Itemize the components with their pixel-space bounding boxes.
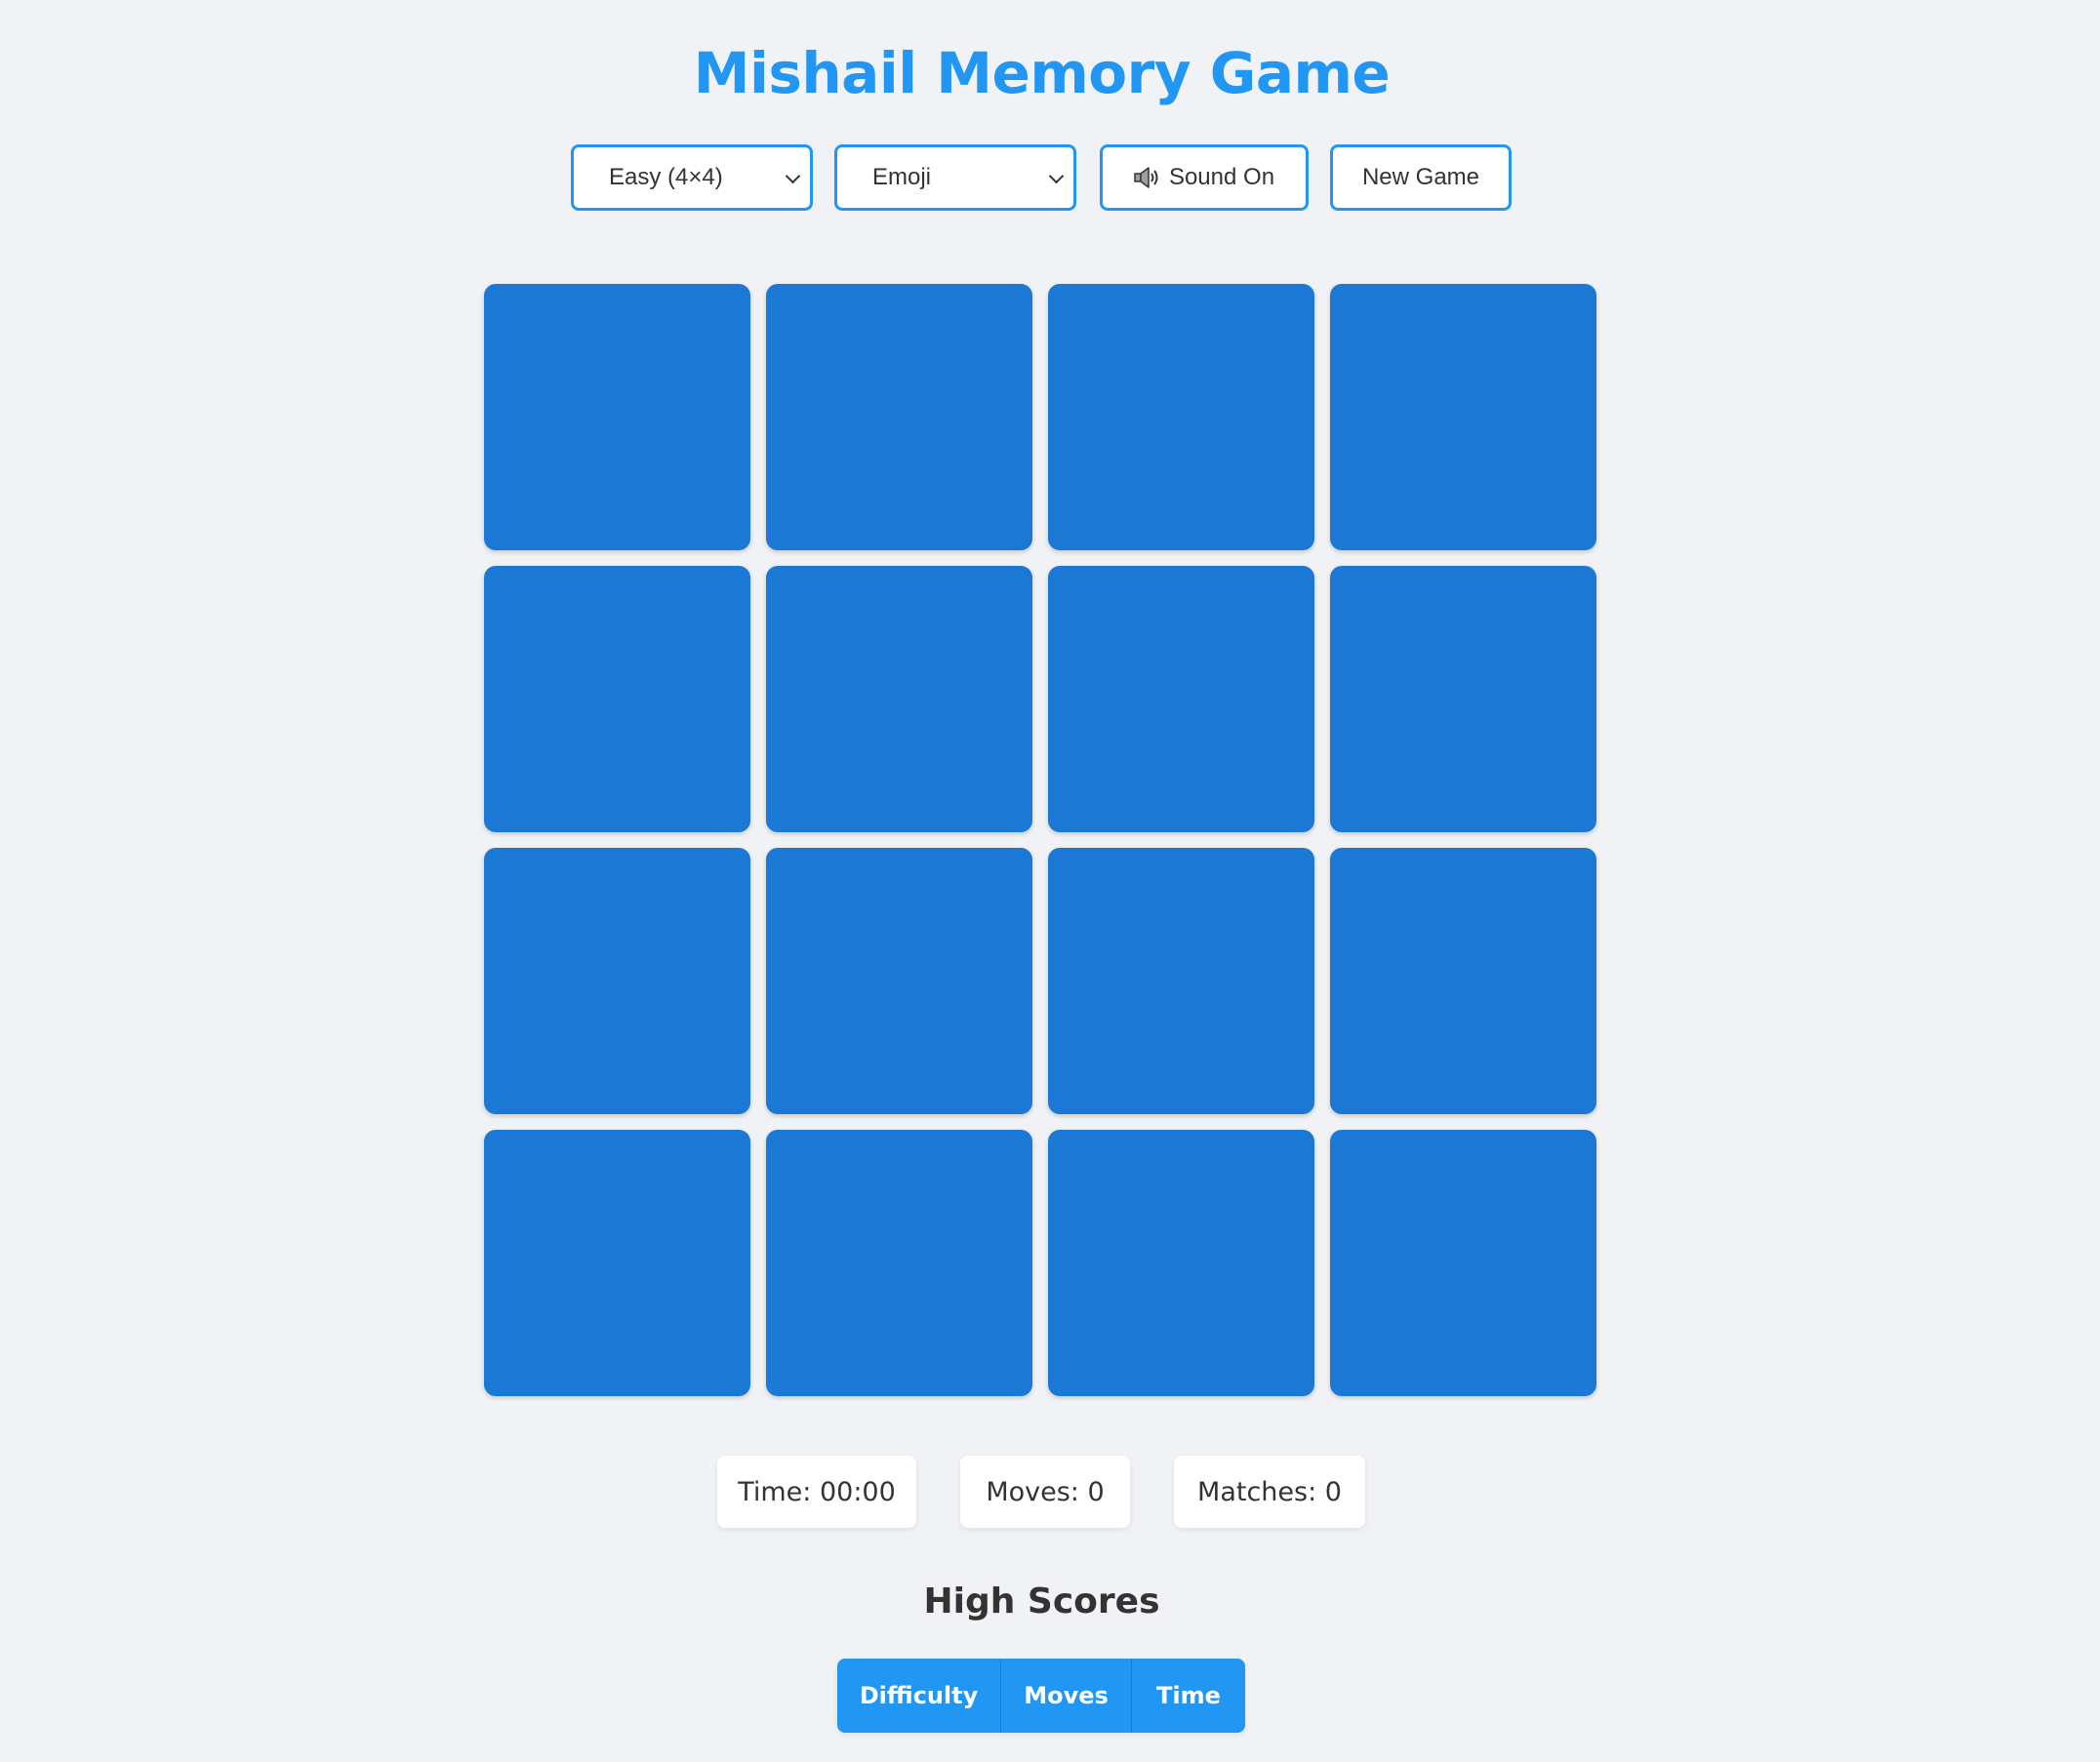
column-header-difficulty: Difficulty	[859, 1682, 979, 1709]
chevron-down-icon	[785, 168, 801, 184]
card[interactable]	[1330, 1130, 1596, 1396]
difficulty-select[interactable]: Easy (4×4)	[571, 144, 813, 211]
game-board	[484, 284, 1598, 1396]
matches-counter: Matches: 0	[1174, 1456, 1365, 1528]
card[interactable]	[766, 1130, 1032, 1396]
card[interactable]	[766, 284, 1032, 550]
theme-select-value: Emoji	[872, 164, 932, 190]
new-game-button[interactable]: New Game	[1330, 144, 1512, 211]
card[interactable]	[766, 566, 1032, 832]
controls-bar: Easy (4×4) Emoji Sound On New Game	[0, 144, 2100, 211]
theme-select[interactable]: Emoji	[834, 144, 1076, 211]
moves-text: Moves: 0	[986, 1476, 1105, 1507]
column-header-time: Time	[1131, 1659, 1245, 1733]
speaker-icon	[1134, 167, 1158, 188]
card[interactable]	[1048, 848, 1314, 1114]
chevron-down-icon	[1048, 168, 1065, 184]
timer-text: Time: 00:00	[738, 1476, 896, 1507]
card[interactable]	[1048, 566, 1314, 832]
card[interactable]	[484, 566, 750, 832]
card[interactable]	[1330, 566, 1596, 832]
card[interactable]	[1048, 1130, 1314, 1396]
sound-toggle-button[interactable]: Sound On	[1100, 144, 1309, 211]
difficulty-select-value: Easy (4×4)	[609, 164, 723, 190]
high-scores-heading: High Scores	[923, 1582, 1160, 1622]
card[interactable]	[1330, 848, 1596, 1114]
moves-counter: Moves: 0	[960, 1456, 1130, 1528]
card[interactable]	[484, 284, 750, 550]
column-header-moves: Moves	[1000, 1659, 1131, 1733]
matches-text: Matches: 0	[1197, 1476, 1342, 1507]
card[interactable]	[766, 848, 1032, 1114]
card[interactable]	[1048, 284, 1314, 550]
card[interactable]	[484, 848, 750, 1114]
game-title: Mishail Memory Game	[693, 40, 1391, 106]
stats-bar: Time: 00:00 Moves: 0 Matches: 0	[0, 1456, 2100, 1528]
new-game-button-label: New Game	[1361, 164, 1480, 190]
card[interactable]	[484, 1130, 750, 1396]
timer-display: Time: 00:00	[717, 1456, 916, 1528]
card[interactable]	[1330, 284, 1596, 550]
high-scores-table-header: Difficulty Moves Time	[837, 1659, 1245, 1733]
sound-button-label: Sound On	[1168, 164, 1275, 190]
